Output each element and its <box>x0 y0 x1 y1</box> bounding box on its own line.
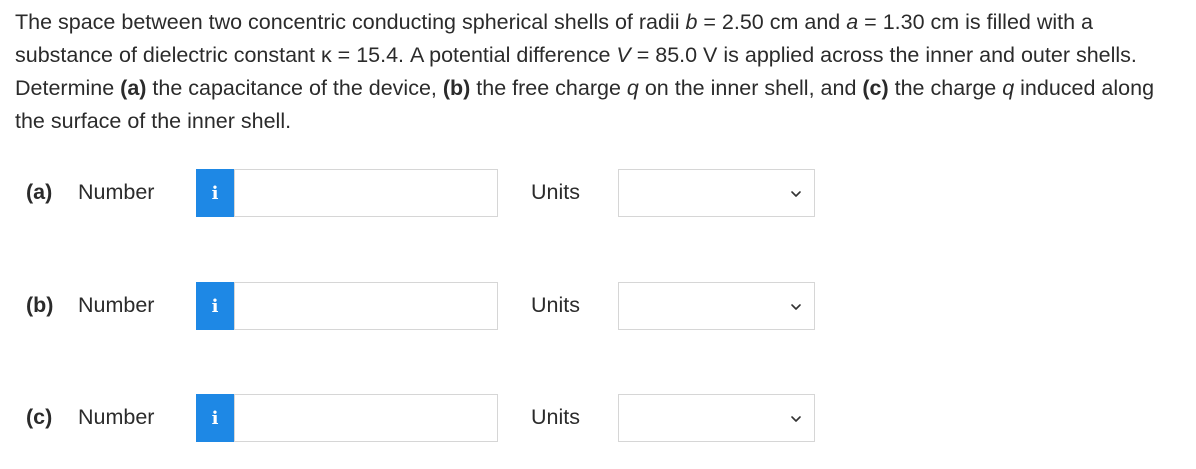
number-input-c[interactable] <box>234 394 498 442</box>
answer-row-a: (a) Number i Units <box>0 168 1196 218</box>
answer-row-b: (b) Number i Units <box>0 281 1196 331</box>
units-label: Units <box>531 405 580 429</box>
chevron-down-icon <box>791 191 801 197</box>
chevron-down-icon <box>791 304 801 310</box>
info-icon[interactable]: i <box>196 394 234 442</box>
units-label: Units <box>531 293 580 317</box>
number-label: Number <box>78 180 155 204</box>
units-dropdown-a[interactable] <box>618 169 815 217</box>
question-text: The space between two concentric conduct… <box>15 10 1155 133</box>
number-label: Number <box>78 405 155 429</box>
number-label: Number <box>78 293 155 317</box>
info-icon[interactable]: i <box>196 282 234 330</box>
units-dropdown-c[interactable] <box>618 394 815 442</box>
units-dropdown-b[interactable] <box>618 282 815 330</box>
info-icon[interactable]: i <box>196 169 234 217</box>
number-input-b[interactable] <box>234 282 498 330</box>
part-label: (b) <box>26 293 54 317</box>
units-label: Units <box>531 180 580 204</box>
part-label: (a) <box>26 180 53 204</box>
answer-row-c: (c) Number i Units <box>0 393 1196 443</box>
chevron-down-icon <box>791 416 801 422</box>
part-label: (c) <box>26 405 53 429</box>
number-input-a[interactable] <box>234 169 498 217</box>
